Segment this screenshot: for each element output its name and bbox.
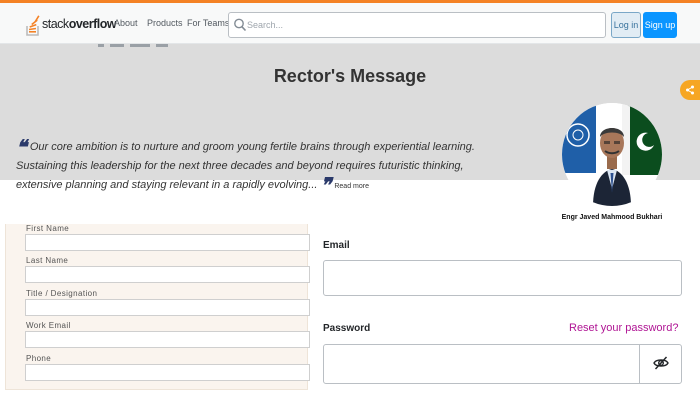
first-name-input[interactable]: [25, 234, 310, 251]
search-input[interactable]: Search...: [228, 12, 606, 38]
eye-off-icon: [653, 356, 669, 370]
rector-quote: ❝ Our core ambition is to nurture and gr…: [16, 138, 486, 196]
nav-products[interactable]: Products: [147, 18, 183, 28]
search-icon: [234, 18, 247, 32]
search-placeholder: Search...: [247, 20, 284, 30]
page: stackoverflow About Products For Teams S…: [0, 0, 700, 400]
logo-text: stackoverflow: [42, 17, 117, 31]
open-quote-icon: ❝: [16, 137, 27, 159]
last-name-input[interactable]: [25, 266, 310, 283]
first-name-label: First Name: [26, 224, 70, 233]
page-title: Rector's Message: [273, 66, 427, 86]
signup-form: First Name Last Name Title / Designation…: [5, 224, 310, 390]
share-icon: [686, 85, 694, 95]
reset-password-link[interactable]: Reset your password?: [569, 322, 678, 334]
clipped-breadcrumb: [98, 44, 198, 48]
email-label: Email: [323, 240, 350, 251]
toggle-password-visibility-button[interactable]: [639, 344, 682, 384]
top-navigation-bar: stackoverflow About Products For Teams S…: [0, 0, 700, 44]
phone-label: Phone: [26, 354, 52, 363]
signup-button[interactable]: Sign up: [643, 12, 677, 38]
password-input[interactable]: [323, 344, 682, 384]
last-name-label: Last Name: [26, 256, 69, 265]
stackoverflow-logo[interactable]: stackoverflow: [26, 11, 117, 37]
rector-portrait: [562, 103, 662, 206]
title-designation-label: Title / Designation: [26, 289, 98, 298]
rector-name: Engr Javed Mahmood Bukhari: [561, 214, 663, 221]
nav-for-teams[interactable]: For Teams: [187, 18, 229, 28]
work-email-input[interactable]: [25, 331, 310, 348]
work-email-label: Work Email: [26, 321, 71, 330]
nav-about[interactable]: About: [114, 18, 138, 28]
email-input[interactable]: [323, 260, 682, 296]
title-designation-input[interactable]: [25, 299, 310, 316]
quote-body: Our core ambition is to nurture and groo…: [16, 141, 475, 191]
phone-input[interactable]: [25, 364, 310, 381]
stack-overflow-logo-icon: [26, 15, 40, 36]
close-quote-icon: ❞: [320, 175, 332, 197]
read-more-link[interactable]: Read more: [334, 183, 369, 190]
password-label: Password: [323, 323, 371, 334]
share-button[interactable]: [680, 80, 700, 100]
login-button[interactable]: Log in: [611, 12, 641, 38]
